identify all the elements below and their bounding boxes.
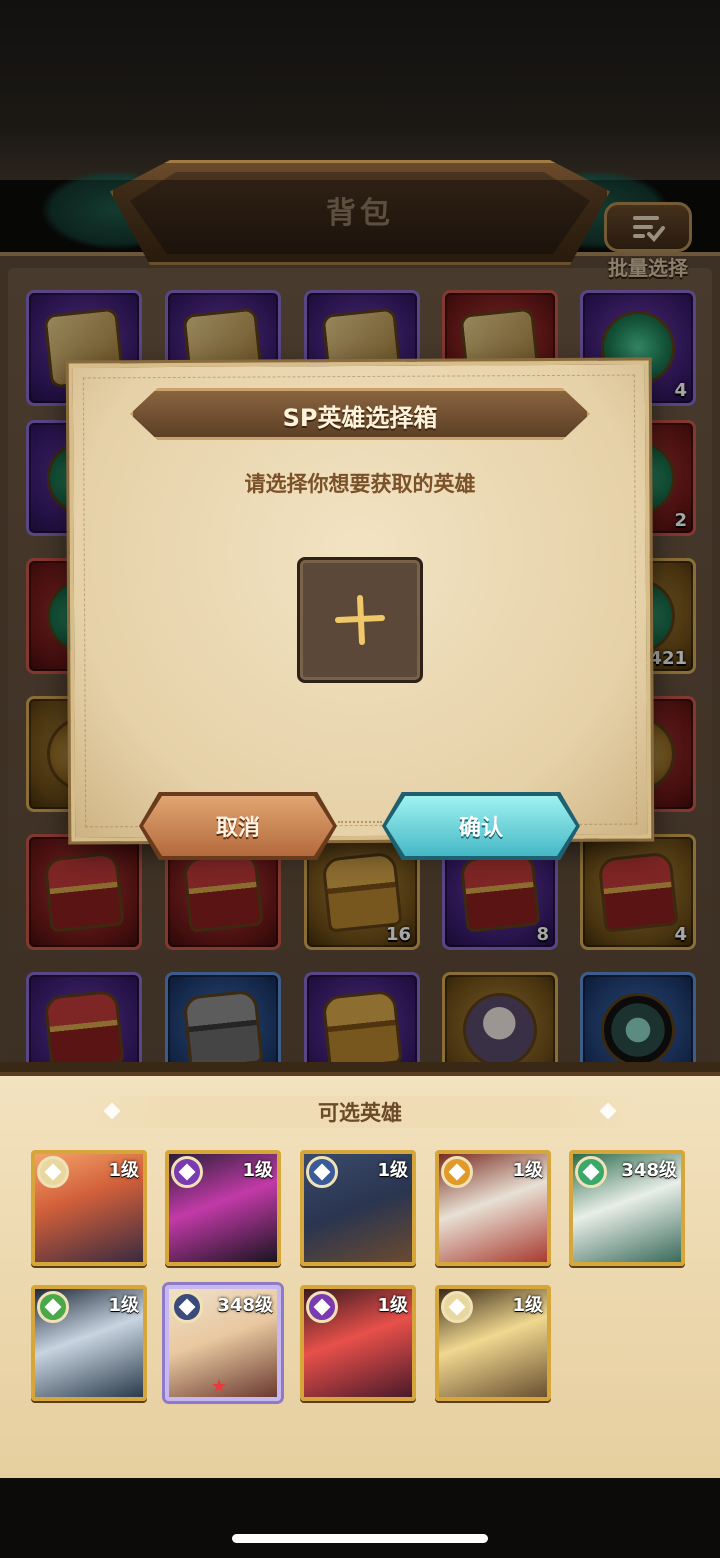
hero-level: 348级 [217, 1295, 273, 1316]
section-header: 可选英雄 [88, 1096, 632, 1128]
hero-select-slot[interactable] [297, 557, 423, 683]
hero-card[interactable]: 348级 ★ [165, 1285, 281, 1401]
hero-level: 1级 [377, 1295, 408, 1316]
hero-level: 1级 [108, 1295, 139, 1316]
cancel-button[interactable]: 取消 [143, 796, 333, 856]
faction-icon [306, 1156, 338, 1188]
item-count: 8 [536, 924, 549, 945]
list-check-icon [633, 216, 665, 242]
hero-level: 1级 [108, 1160, 139, 1181]
faction-icon [37, 1291, 69, 1323]
section-title: 可选英雄 [318, 1101, 402, 1125]
item-count: 2 [674, 510, 687, 531]
hero-card[interactable]: 348级 [569, 1150, 685, 1266]
item-icon [597, 851, 679, 933]
item-icon [459, 851, 541, 933]
hero-card[interactable]: 1级 [435, 1150, 551, 1266]
item-icon [597, 989, 679, 1071]
item-count: 4 [674, 924, 687, 945]
hero-card[interactable]: 1级 [165, 1150, 281, 1266]
hero-level: 1级 [512, 1295, 543, 1316]
selectable-heroes-panel [0, 1062, 720, 1478]
item-icon [182, 851, 264, 933]
item-count: 16 [385, 924, 411, 945]
faction-icon [441, 1291, 473, 1323]
faction-icon [171, 1156, 203, 1188]
hero-card[interactable]: 1级 [31, 1285, 147, 1401]
confirm-button[interactable]: 确认 [386, 796, 576, 856]
batch-select-button[interactable] [604, 202, 692, 252]
header: 背包 批量选择 [0, 150, 720, 280]
faction-icon [37, 1156, 69, 1188]
star-icon: ★ [211, 1376, 228, 1397]
bottom-background [0, 1478, 720, 1558]
item-icon [182, 989, 264, 1071]
batch-select-label: 批量选择 [608, 256, 688, 280]
hero-card[interactable]: 1级 [300, 1150, 416, 1266]
button-connector [338, 821, 382, 827]
plus-icon [335, 595, 385, 645]
faction-icon [441, 1156, 473, 1188]
hero-level: 348级 [621, 1160, 677, 1181]
hero-card[interactable]: 1级 [31, 1150, 147, 1266]
hero-card[interactable]: 1级 [435, 1285, 551, 1401]
faction-icon [575, 1156, 607, 1188]
faction-icon [171, 1291, 203, 1323]
home-indicator[interactable] [232, 1534, 488, 1543]
dialog-subtitle: 请选择你想要获取的英雄 [244, 472, 476, 496]
bag-item-slot[interactable]: 4 [580, 834, 696, 950]
item-icon [459, 989, 541, 1071]
item-count: 4 [674, 380, 687, 401]
dialog-title: SP英雄选择箱 [282, 404, 438, 432]
item-icon [321, 989, 403, 1071]
item-icon [321, 851, 403, 933]
hero-level: 1级 [377, 1160, 408, 1181]
hero-level: 1级 [242, 1160, 273, 1181]
hero-card[interactable]: 1级 [300, 1285, 416, 1401]
item-icon [43, 989, 125, 1071]
faction-icon [306, 1291, 338, 1323]
hero-level: 1级 [512, 1160, 543, 1181]
bag-item-slot[interactable] [26, 834, 142, 950]
item-icon [43, 851, 125, 933]
